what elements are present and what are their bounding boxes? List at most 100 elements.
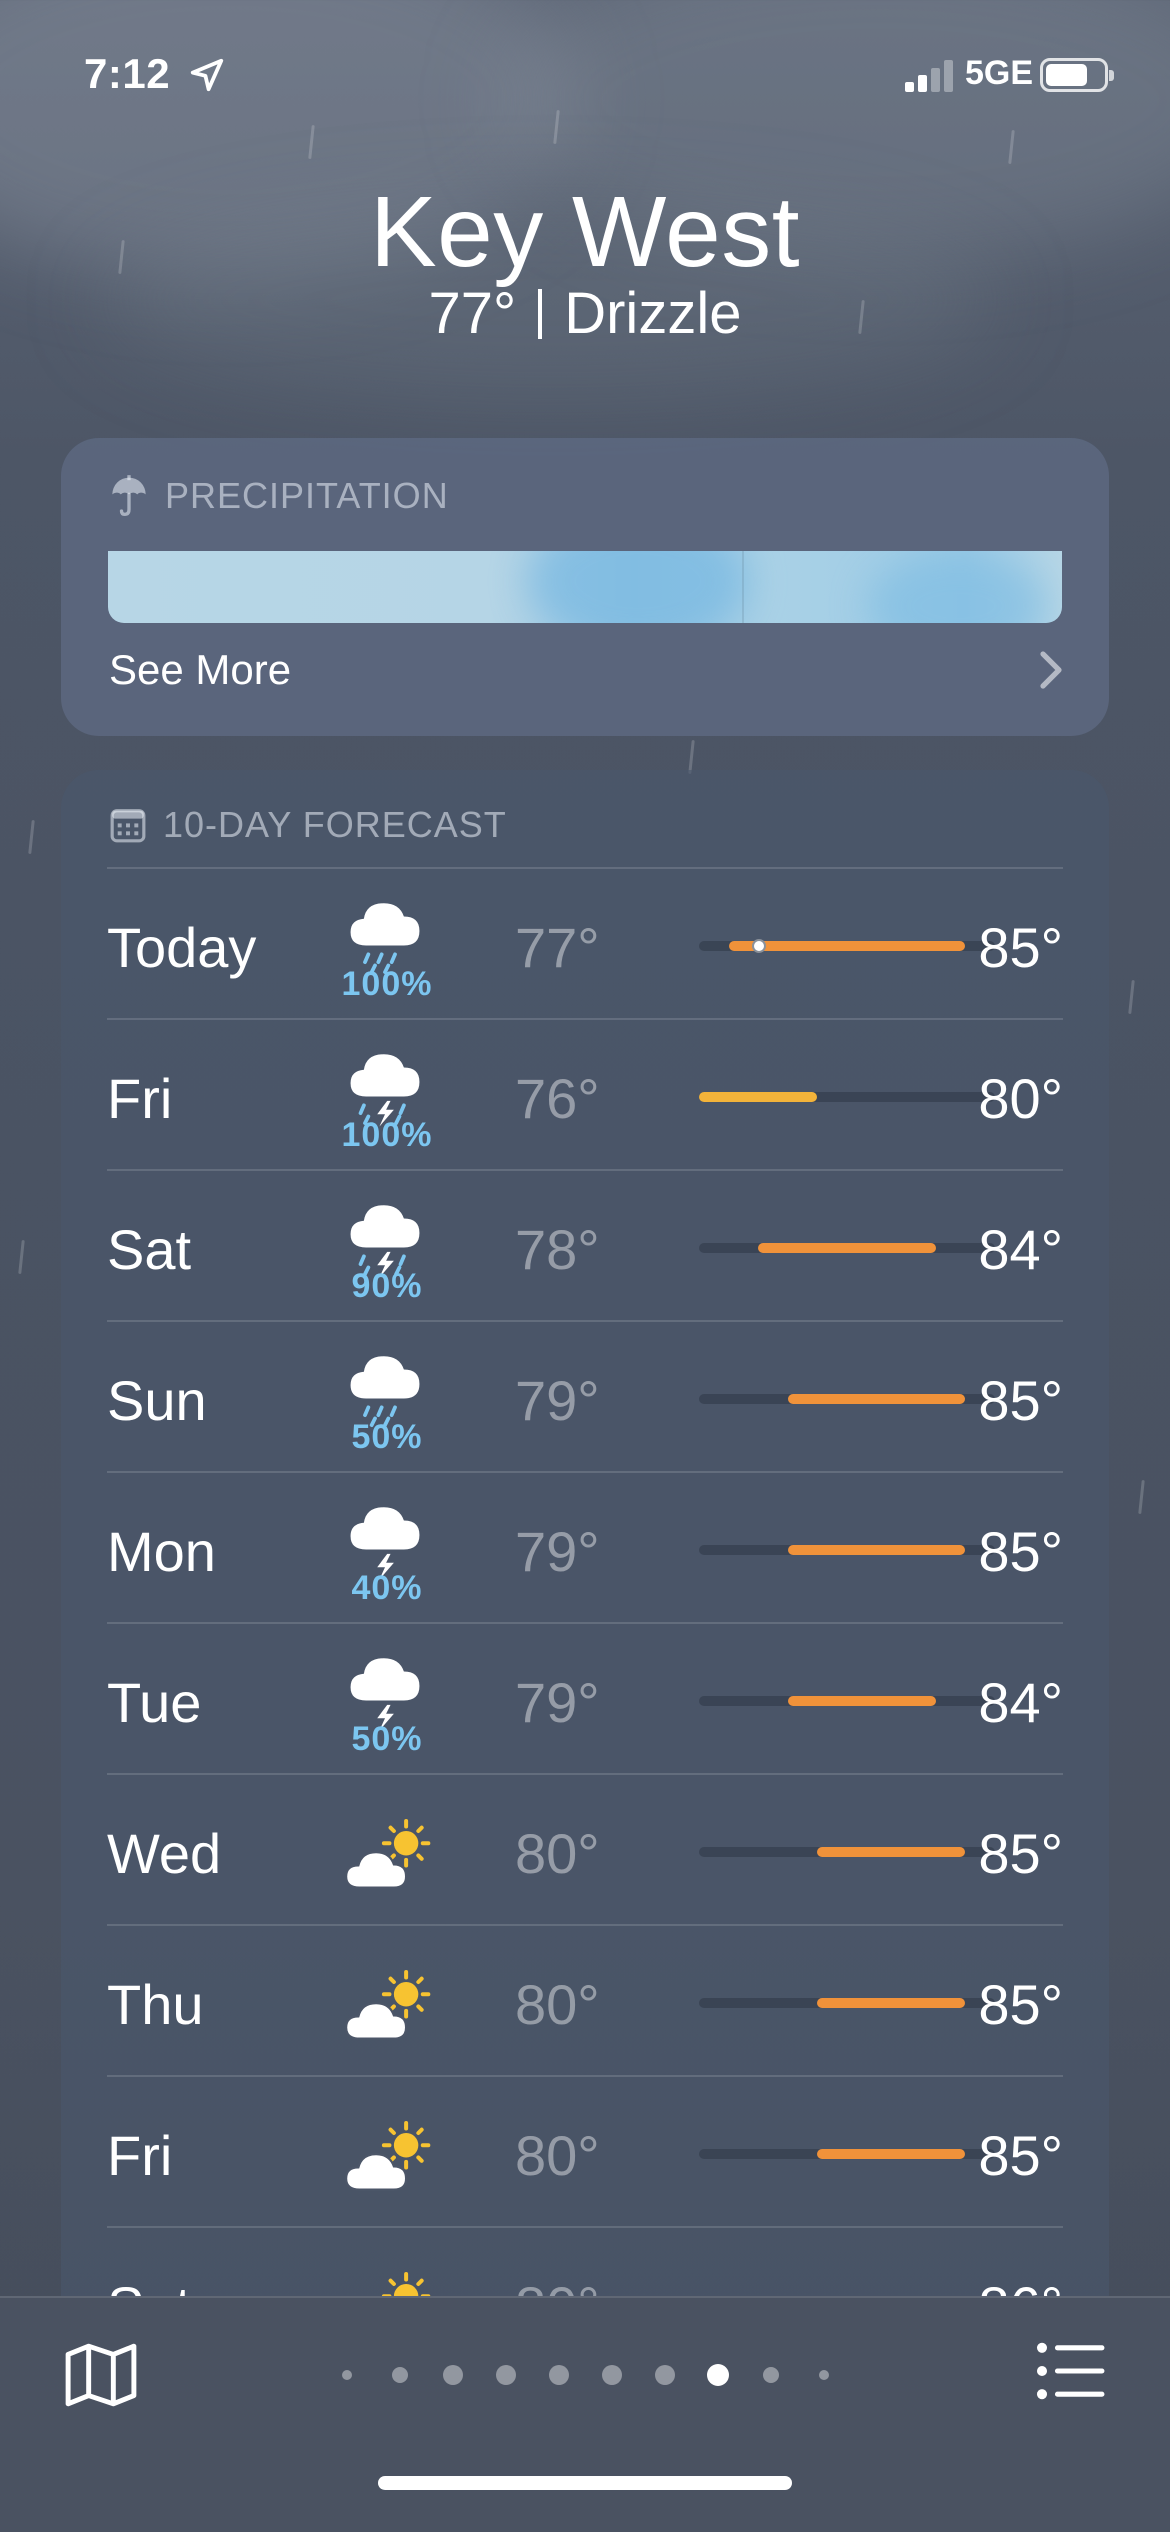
page-dot[interactable] bbox=[392, 2367, 408, 2383]
separator bbox=[538, 288, 543, 339]
temperature-range-fill bbox=[699, 1092, 818, 1102]
calendar-icon bbox=[110, 809, 146, 843]
map-icon[interactable] bbox=[64, 2342, 138, 2408]
status-bar: 7:12 5GE bbox=[0, 0, 1170, 150]
current-temperature-marker bbox=[751, 939, 766, 953]
see-more-link[interactable]: See More bbox=[109, 646, 291, 694]
forecast-day: Tue bbox=[107, 1671, 202, 1734]
page-dot[interactable] bbox=[496, 2365, 516, 2385]
forecast-list: Today 100% 77° 85° Fri 100% 76° 80° Sat 90% 78° 84°… bbox=[107, 867, 1063, 2377]
status-time: 7:12 bbox=[84, 50, 171, 97]
forecast-header: 10-DAY FORECAST bbox=[109, 804, 507, 846]
page-dot[interactable] bbox=[549, 2365, 569, 2385]
temperature-range-bar bbox=[699, 1847, 995, 1857]
low-temperature: 78° bbox=[515, 1218, 600, 1281]
low-temperature: 80° bbox=[515, 1973, 600, 2036]
network-type: 5GE bbox=[965, 54, 1034, 92]
forecast-row[interactable]: Tue 50% 79° 84° bbox=[107, 1622, 1063, 1773]
home-indicator[interactable] bbox=[378, 2476, 792, 2490]
precipitation-card[interactable]: PRECIPITATION See More bbox=[61, 438, 1109, 736]
forecast-day: Sun bbox=[107, 1369, 207, 1432]
forecast-row[interactable]: Today 100% 77° 85° bbox=[107, 867, 1063, 1018]
bottom-toolbar bbox=[0, 2296, 1170, 2532]
temperature-range-fill bbox=[817, 2149, 966, 2159]
signal-icon bbox=[905, 58, 953, 92]
high-temperature: 85° bbox=[978, 1520, 1063, 1583]
low-temperature: 79° bbox=[515, 1520, 600, 1583]
page-dot-active[interactable] bbox=[707, 2364, 729, 2386]
high-temperature: 85° bbox=[978, 1822, 1063, 1885]
forecast-title: 10-DAY FORECAST bbox=[163, 804, 507, 845]
forecast-day: Sat bbox=[107, 1218, 192, 1281]
temperature-range-bar bbox=[699, 1696, 995, 1706]
forecast-row[interactable]: Mon 40% 79° 85° bbox=[107, 1471, 1063, 1622]
precip-chance: 90% bbox=[351, 1267, 423, 1305]
forecast-day: Fri bbox=[107, 1067, 173, 1130]
high-temperature: 85° bbox=[978, 916, 1063, 979]
precip-chance: 50% bbox=[351, 1418, 423, 1456]
forecast-row[interactable]: Fri 100% 76° 80° bbox=[107, 1018, 1063, 1169]
temperature-range-fill bbox=[817, 1998, 966, 2008]
temperature-range-bar bbox=[699, 1243, 995, 1253]
page-dot[interactable] bbox=[602, 2365, 622, 2385]
forecast-row[interactable]: Sat 90% 78° 84° bbox=[107, 1169, 1063, 1320]
high-temperature: 85° bbox=[978, 1973, 1063, 2036]
precipitation-map[interactable] bbox=[108, 551, 1062, 623]
page-dot[interactable] bbox=[443, 2365, 463, 2385]
precip-chance: 40% bbox=[351, 1569, 423, 1607]
precip-chance: 100% bbox=[341, 1116, 433, 1154]
cloud-sun-icon bbox=[335, 1952, 435, 2052]
temperature-range-bar bbox=[699, 1394, 995, 1404]
low-temperature: 79° bbox=[515, 1671, 600, 1734]
temperature-range-fill bbox=[787, 1696, 936, 1706]
forecast-day: Wed bbox=[107, 1822, 222, 1885]
current-temperature: 77° bbox=[428, 281, 517, 346]
high-temperature: 80° bbox=[978, 1067, 1063, 1130]
precip-chance: 50% bbox=[351, 1720, 423, 1758]
location-arrow-icon bbox=[190, 58, 224, 92]
temperature-range-fill bbox=[787, 1394, 966, 1404]
current-condition: Drizzle bbox=[564, 281, 742, 346]
high-temperature: 84° bbox=[978, 1218, 1063, 1281]
ten-day-forecast-card: 10-DAY FORECAST Today 100% 77° 85° Fri 100% 76… bbox=[61, 770, 1109, 2532]
forecast-day: Today bbox=[107, 916, 257, 979]
page-indicator[interactable] bbox=[337, 2360, 833, 2390]
page-dot[interactable] bbox=[819, 2370, 829, 2380]
high-temperature: 85° bbox=[978, 1369, 1063, 1432]
forecast-row[interactable]: Thu 80° 85° bbox=[107, 1924, 1063, 2075]
temperature-range-fill bbox=[817, 1847, 966, 1857]
forecast-day: Fri bbox=[107, 2124, 173, 2187]
temperature-range-bar bbox=[699, 939, 995, 953]
temperature-range-bar bbox=[699, 1998, 995, 2008]
low-temperature: 79° bbox=[515, 1369, 600, 1432]
temperature-range-fill bbox=[787, 1545, 966, 1555]
forecast-row[interactable]: Wed 80° 85° bbox=[107, 1773, 1063, 1924]
precipitation-header: PRECIPITATION bbox=[109, 474, 449, 518]
precip-chance: 100% bbox=[341, 965, 433, 1003]
temperature-range-bar bbox=[699, 1545, 995, 1555]
cloud-sun-icon bbox=[335, 2103, 435, 2203]
temperature-range-bar bbox=[699, 1092, 995, 1102]
city-list-icon[interactable] bbox=[1036, 2342, 1106, 2400]
cloud-sun-icon bbox=[335, 1801, 435, 1901]
low-temperature: 80° bbox=[515, 2124, 600, 2187]
high-temperature: 85° bbox=[978, 2124, 1063, 2187]
forecast-day: Mon bbox=[107, 1520, 216, 1583]
umbrella-icon bbox=[112, 475, 146, 517]
forecast-row[interactable]: Sun 50% 79° 85° bbox=[107, 1320, 1063, 1471]
forecast-row[interactable]: Fri 80° 85° bbox=[107, 2075, 1063, 2226]
low-temperature: 76° bbox=[515, 1067, 600, 1130]
current-conditions: 77° Drizzle bbox=[0, 280, 1170, 347]
page-dot[interactable] bbox=[763, 2367, 779, 2383]
chevron-right-icon[interactable] bbox=[1039, 650, 1063, 690]
temperature-range-fill bbox=[758, 1243, 936, 1253]
forecast-day: Thu bbox=[107, 1973, 204, 2036]
low-temperature: 80° bbox=[515, 1822, 600, 1885]
city-name: Key West bbox=[369, 176, 801, 288]
page-dot[interactable] bbox=[655, 2365, 675, 2385]
precipitation-title: PRECIPITATION bbox=[165, 475, 449, 516]
battery-icon bbox=[1040, 58, 1114, 92]
page-dot[interactable] bbox=[342, 2370, 352, 2380]
low-temperature: 77° bbox=[515, 916, 600, 979]
high-temperature: 84° bbox=[978, 1671, 1063, 1734]
